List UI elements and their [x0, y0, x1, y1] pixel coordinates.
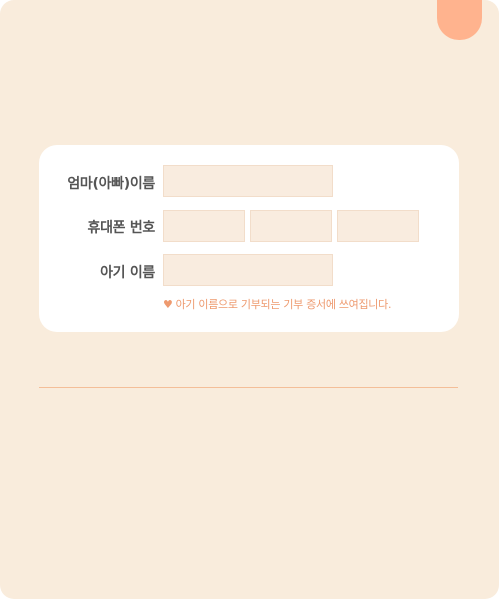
heart-icon: ♥: [163, 298, 173, 311]
phone-part1-input[interactable]: [163, 210, 245, 242]
certificate-note: ♥ 아기 이름으로 기부되는 기부 증서에 쓰여집니다.: [163, 296, 391, 312]
page: 엄마(아빠)이름 휴대폰 번호 아기 이름 ♥ 아기 이름으로 기부되는 기부 증…: [0, 0, 499, 599]
parent-name-label: 엄마(아빠)이름: [67, 176, 155, 192]
baby-name-label: 아기 이름: [100, 265, 155, 281]
phone-part2-input[interactable]: [250, 210, 332, 242]
baby-name-input[interactable]: [163, 254, 333, 286]
phone-label: 휴대폰 번호: [87, 220, 156, 236]
phone-part3-input[interactable]: [337, 210, 419, 242]
corner-tab[interactable]: [437, 0, 482, 40]
certificate-note-text: 아기 이름으로 기부되는 기부 증서에 쓰여집니다.: [175, 298, 392, 311]
form-card: 엄마(아빠)이름 휴대폰 번호 아기 이름 ♥ 아기 이름으로 기부되는 기부 증…: [39, 145, 459, 332]
divider: [39, 387, 458, 388]
parent-name-input[interactable]: [163, 165, 333, 197]
